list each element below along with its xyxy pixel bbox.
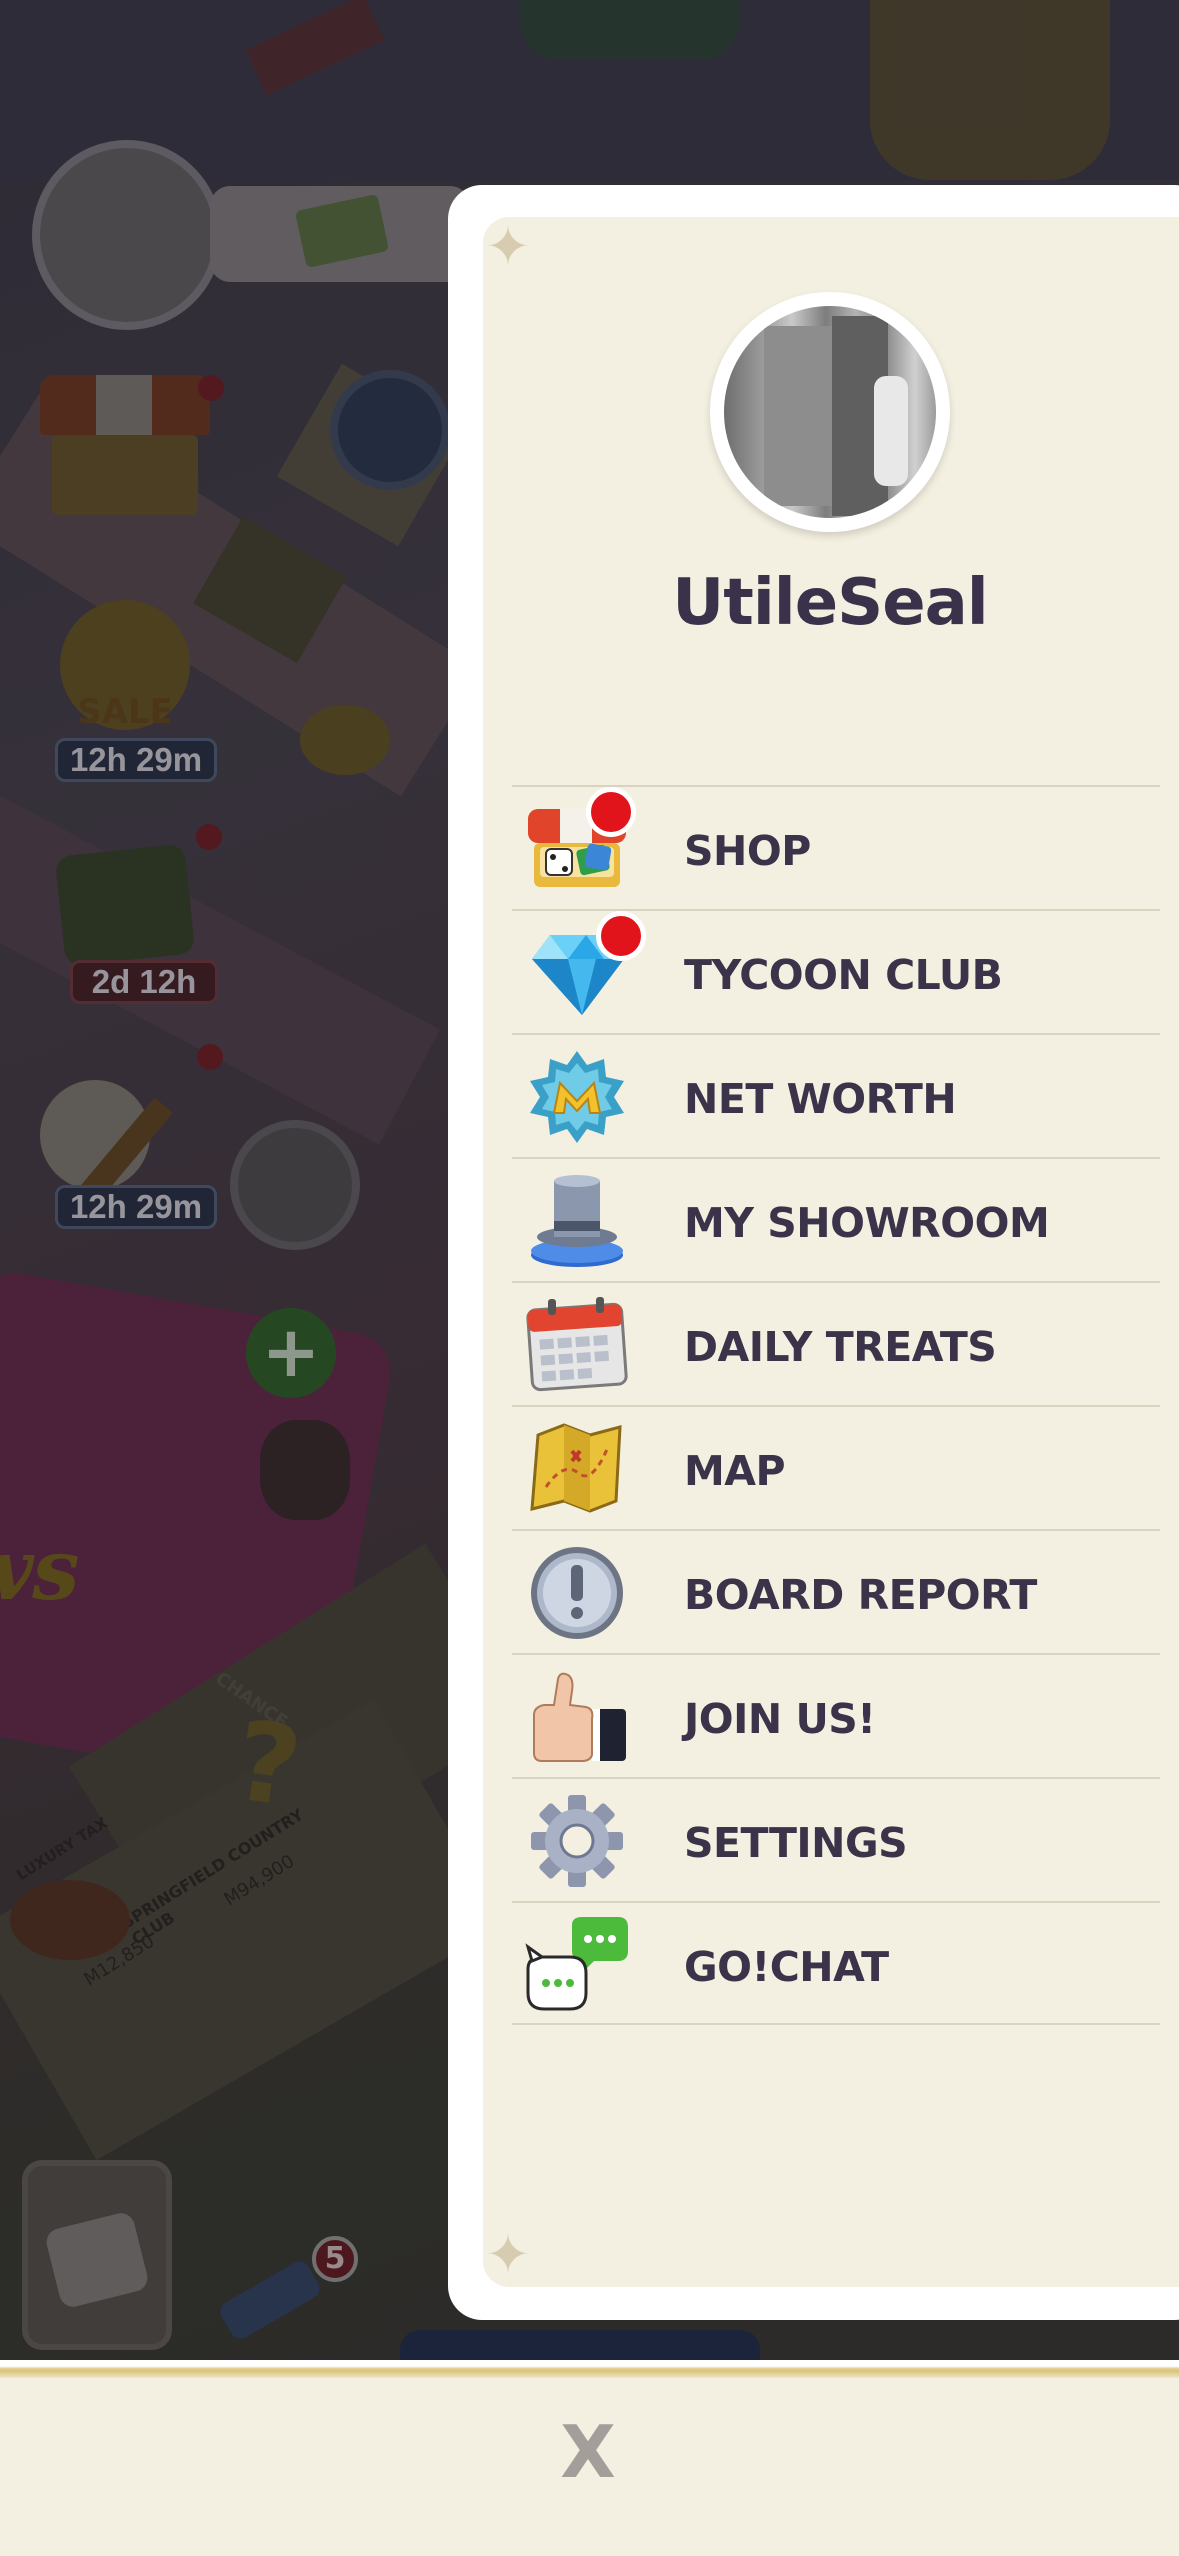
bottom-bar-divider [0, 2360, 1179, 2378]
menu-item-label: TYCOON CLUB [684, 951, 1003, 999]
menu-item-label: SHOP [684, 827, 811, 875]
gear-icon [524, 1793, 630, 1889]
menu-item-label: BOARD REPORT [684, 1571, 1037, 1619]
menu-item-label: SETTINGS [684, 1819, 908, 1867]
menu-item-map[interactable]: MAP [512, 1405, 1160, 1529]
menu-item-label: MY SHOWROOM [684, 1199, 1050, 1247]
top-hat-icon [524, 1173, 630, 1269]
menu-item-board-report[interactable]: BOARD REPORT [512, 1529, 1160, 1653]
corner-ornament-icon: ✦ [485, 215, 531, 278]
profile-username: UtileSeal [672, 566, 988, 640]
exclamation-icon [524, 1545, 630, 1641]
close-button[interactable]: X [548, 2412, 628, 2492]
menu-item-go-chat[interactable]: GO!CHAT [512, 1901, 1160, 2025]
thumbs-up-icon [524, 1669, 630, 1765]
notification-badge [586, 787, 636, 837]
notification-badge [596, 911, 646, 961]
menu-item-join-us[interactable]: JOIN US! [512, 1653, 1160, 1777]
profile-avatar[interactable] [710, 292, 950, 532]
menu-item-label: NET WORTH [684, 1075, 957, 1123]
menu-item-tycoon-club[interactable]: TYCOON CLUB [512, 909, 1160, 1033]
map-icon [524, 1421, 630, 1517]
menu-item-label: MAP [684, 1447, 786, 1495]
side-menu-list: SHOP TYCOON CLUB NET WORTH MY SHOWROOM D… [512, 785, 1160, 2025]
menu-item-daily-treats[interactable]: DAILY TREATS [512, 1281, 1160, 1405]
menu-item-my-showroom[interactable]: MY SHOWROOM [512, 1157, 1160, 1281]
menu-item-label: GO!CHAT [684, 1943, 889, 1991]
avatar-photo [724, 306, 936, 518]
net-worth-icon [524, 1049, 630, 1145]
menu-item-net-worth[interactable]: NET WORTH [512, 1033, 1160, 1157]
menu-item-label: DAILY TREATS [684, 1323, 997, 1371]
menu-item-shop[interactable]: SHOP [512, 785, 1160, 909]
chat-bubbles-icon [524, 1917, 630, 2013]
calendar-icon [524, 1297, 630, 1393]
corner-ornament-icon: ✦ [485, 2223, 531, 2286]
menu-item-settings[interactable]: SETTINGS [512, 1777, 1160, 1901]
menu-item-label: JOIN US! [684, 1695, 876, 1743]
